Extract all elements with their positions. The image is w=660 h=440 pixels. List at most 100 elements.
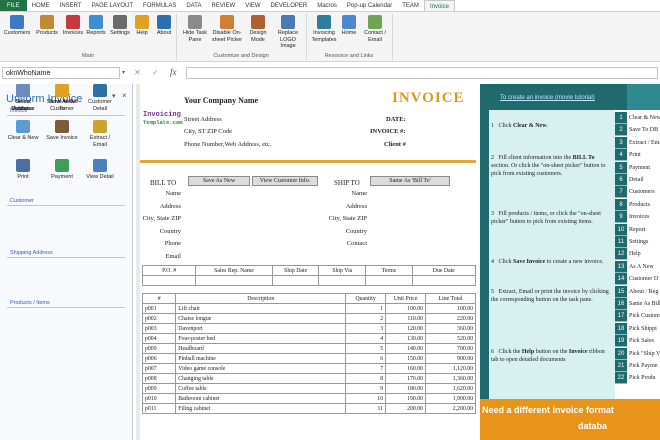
item-cell[interactable]: 1 bbox=[345, 303, 387, 314]
shortcut-about-reg[interactable]: About / Reg bbox=[629, 286, 658, 298]
item-cell[interactable]: 160.00 bbox=[385, 363, 427, 374]
item-cell[interactable]: p006 bbox=[141, 353, 177, 364]
shortcut-same-as-bill[interactable]: Same As Bill bbox=[629, 298, 660, 310]
item-cell[interactable]: 4 bbox=[345, 333, 387, 344]
item-cell[interactable]: 1,620.00 bbox=[425, 383, 476, 394]
item-cell[interactable]: Pinball machine bbox=[175, 353, 347, 364]
reports-button[interactable]: Reports bbox=[84, 15, 108, 37]
contact-email-button[interactable]: Contact / Email bbox=[360, 15, 390, 43]
view-customer-info-button[interactable]: View Customer Info. bbox=[252, 176, 318, 186]
same-as-bill-to-button[interactable]: Same As 'Bill To' bbox=[370, 176, 450, 186]
tab-team[interactable]: TEAM bbox=[397, 0, 424, 11]
shortcut-clear-new[interactable]: Clear & New bbox=[629, 112, 660, 124]
clear-new-button[interactable]: Clear & New bbox=[3, 120, 43, 142]
products-button[interactable]: Products bbox=[33, 15, 61, 37]
tab-home[interactable]: HOME bbox=[27, 0, 55, 11]
tutorial-link[interactable]: To create an invoice (movie tutorial) bbox=[500, 95, 595, 101]
item-cell[interactable]: p011 bbox=[141, 403, 177, 414]
formula-input[interactable] bbox=[186, 67, 658, 79]
city-state-zip[interactable]: City, ST ZIP Code bbox=[184, 128, 232, 135]
item-cell[interactable]: 1,120.00 bbox=[425, 363, 476, 374]
tab-pop-up-calendar[interactable]: Pop-up Calendar bbox=[342, 0, 397, 11]
street-address[interactable]: Street Address bbox=[184, 116, 222, 123]
invoices-button[interactable]: Invoices bbox=[60, 15, 86, 37]
order-cell-due-date[interactable] bbox=[411, 275, 477, 286]
print-button[interactable]: Print bbox=[3, 159, 43, 181]
item-cell[interactable]: 3 bbox=[345, 323, 387, 334]
item-cell[interactable]: 10 bbox=[345, 393, 387, 404]
item-cell[interactable]: 11 bbox=[345, 403, 387, 414]
shortcut-products[interactable]: Products bbox=[629, 199, 650, 211]
select-produc-button[interactable]: Select Produc... bbox=[3, 84, 43, 112]
item-cell[interactable]: p004 bbox=[141, 333, 177, 344]
item-cell[interactable]: p001 bbox=[141, 303, 177, 314]
tab-invoice[interactable]: Invoice bbox=[423, 0, 455, 11]
name-box[interactable]: oknWhoName bbox=[2, 67, 120, 79]
item-cell[interactable]: 2,200.00 bbox=[425, 403, 476, 414]
item-cell[interactable]: 9 bbox=[345, 383, 387, 394]
item-cell[interactable]: 130.00 bbox=[385, 333, 427, 344]
item-cell[interactable]: 520.00 bbox=[425, 333, 476, 344]
item-cell[interactable]: p009 bbox=[141, 343, 177, 354]
customer-detail-button[interactable]: Customer Detail bbox=[80, 84, 120, 112]
item-cell[interactable]: p009 bbox=[141, 383, 177, 394]
banner-line-1[interactable]: Need a different invoice format bbox=[482, 405, 614, 415]
shortcut-pick-shippi[interactable]: Pick Shippi bbox=[629, 323, 657, 335]
tab-developer[interactable]: DEVELOPER bbox=[266, 0, 313, 11]
design-mode-button[interactable]: Design Mode bbox=[244, 15, 272, 43]
item-cell[interactable]: Coffee table bbox=[175, 383, 347, 394]
extract-email-button[interactable]: Extract / Email bbox=[80, 120, 120, 148]
shortcut-print[interactable]: Print bbox=[629, 149, 641, 161]
shortcut-pick-custom[interactable]: Pick Custom bbox=[629, 310, 660, 322]
cancel-icon[interactable]: ✕ bbox=[134, 68, 141, 77]
tab-data[interactable]: DATA bbox=[181, 0, 206, 11]
about-button[interactable]: About bbox=[152, 15, 176, 37]
shortcut-pick-ship-v[interactable]: Pick "Ship V bbox=[629, 348, 660, 360]
tab-formulas[interactable]: FORMULAS bbox=[138, 0, 181, 11]
item-cell[interactable]: p007 bbox=[141, 363, 177, 374]
invoicing-templates-button[interactable]: Invoicing Templates bbox=[308, 15, 340, 43]
enter-icon[interactable]: ✓ bbox=[152, 68, 159, 77]
item-cell[interactable]: 360.00 bbox=[425, 323, 476, 334]
name-box-dropdown-icon[interactable]: ▾ bbox=[122, 69, 125, 76]
item-cell[interactable]: 220.00 bbox=[425, 313, 476, 324]
item-cell[interactable]: 100.00 bbox=[385, 303, 427, 314]
pane-close-icon[interactable]: × bbox=[122, 91, 127, 100]
view-detail-button[interactable]: View Detail bbox=[80, 159, 120, 181]
settings-button[interactable]: Settings bbox=[107, 15, 133, 37]
payment-button[interactable]: Payment bbox=[42, 159, 82, 181]
save-invoice-button[interactable]: Save Invoice bbox=[42, 120, 82, 142]
item-cell[interactable]: Filing cabinet bbox=[175, 403, 347, 414]
item-cell[interactable]: 100.00 bbox=[425, 303, 476, 314]
shortcut-detail[interactable]: Detail bbox=[629, 174, 644, 186]
item-cell[interactable]: 190.00 bbox=[385, 393, 427, 404]
company-name[interactable]: Your Company Name bbox=[184, 96, 258, 105]
same-as-bill-to-button[interactable]: Same As Bill To bbox=[42, 84, 82, 112]
item-cell[interactable]: p010 bbox=[141, 393, 177, 404]
item-cell[interactable]: p002 bbox=[141, 313, 177, 324]
shortcut-pick-produ[interactable]: Pick Produ bbox=[629, 372, 656, 384]
item-cell[interactable]: p003 bbox=[141, 323, 177, 334]
tab-macros[interactable]: Macros bbox=[312, 0, 342, 11]
shortcut-pick-sales[interactable]: Pick Sales bbox=[629, 335, 654, 347]
shortcut-save-to-db[interactable]: Save To DB bbox=[629, 124, 658, 136]
shortcut-report[interactable]: Report bbox=[629, 224, 645, 236]
tab-review[interactable]: REVIEW bbox=[207, 0, 241, 11]
tab-file[interactable]: FILE bbox=[0, 0, 27, 11]
shortcut-as-a-new[interactable]: As A New bbox=[629, 261, 654, 273]
shortcut-pick-payme[interactable]: Pick Payme bbox=[629, 360, 658, 372]
tab-page-layout[interactable]: PAGE LAYOUT bbox=[87, 0, 138, 11]
order-cell-p-o[interactable] bbox=[141, 275, 197, 286]
order-cell-ship-date[interactable] bbox=[271, 275, 320, 286]
order-cell-sales-rep-name[interactable] bbox=[195, 275, 273, 286]
shortcut-extract-email[interactable]: Extract / Email bbox=[629, 137, 660, 149]
item-cell[interactable]: 180.00 bbox=[385, 383, 427, 394]
item-cell[interactable]: Four-poster bed bbox=[175, 333, 347, 344]
item-cell[interactable]: 700.00 bbox=[425, 343, 476, 354]
item-cell[interactable]: Headboard bbox=[175, 343, 347, 354]
item-cell[interactable]: 110.00 bbox=[385, 313, 427, 324]
item-cell[interactable]: Bathroom cabinet bbox=[175, 393, 347, 404]
item-cell[interactable]: 120.00 bbox=[385, 323, 427, 334]
item-cell[interactable]: p008 bbox=[141, 373, 177, 384]
item-cell[interactable]: 200.00 bbox=[385, 403, 427, 414]
